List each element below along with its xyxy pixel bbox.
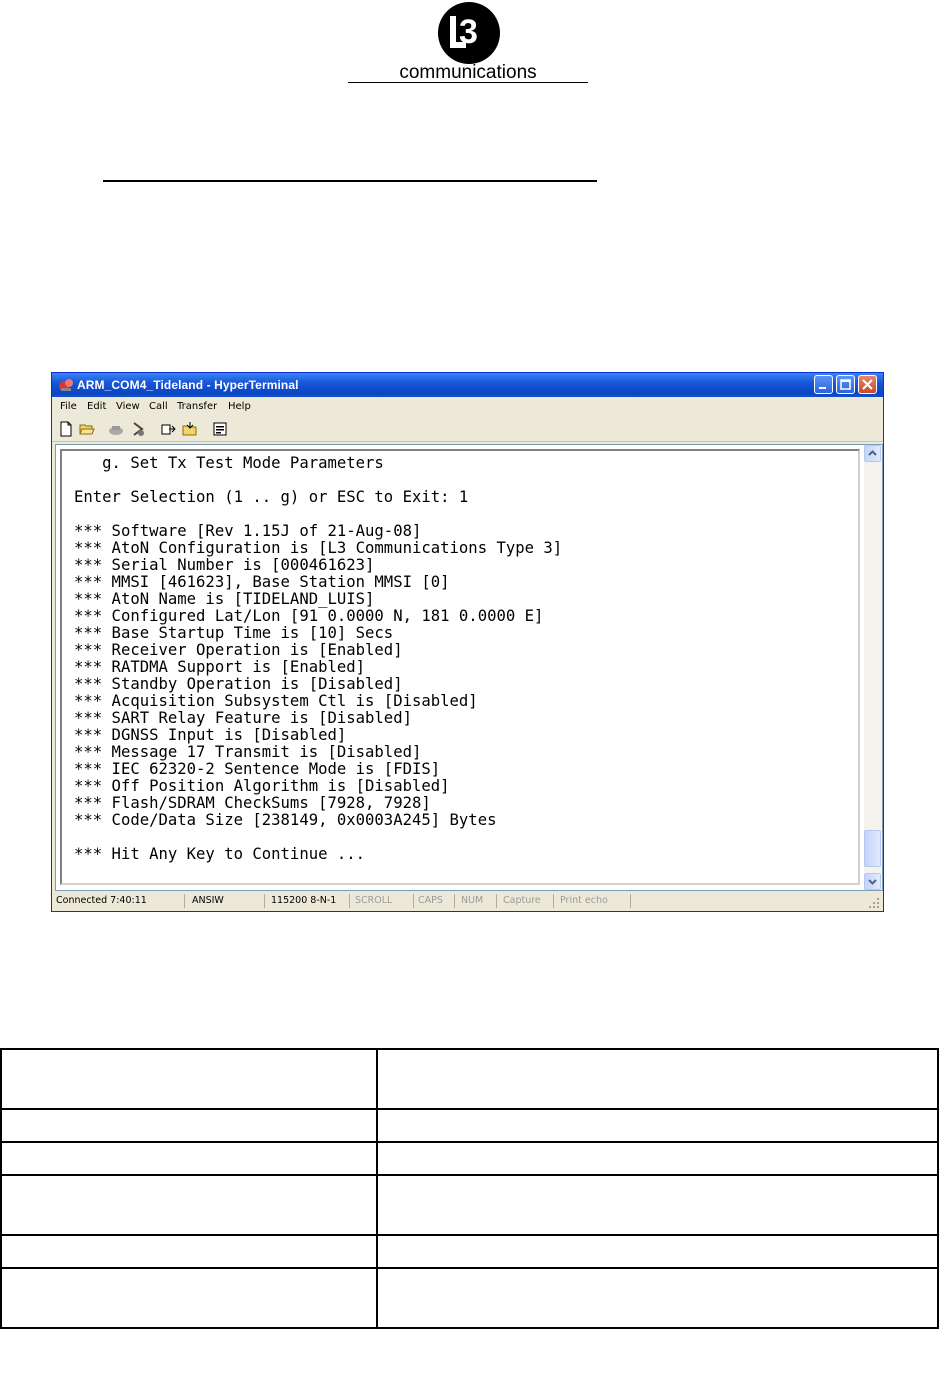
table-cell bbox=[376, 1048, 939, 1110]
table-row bbox=[0, 1234, 939, 1269]
table-cell bbox=[376, 1174, 939, 1236]
menu-transfer[interactable]: Transfer bbox=[177, 401, 217, 412]
table-cell bbox=[0, 1267, 378, 1329]
status-port-settings: 115200 8-N-1 bbox=[267, 894, 350, 908]
status-bar: Connected 7:40:11 ANSIW 115200 8-N-1 SCR… bbox=[52, 891, 883, 911]
scroll-down-button[interactable] bbox=[864, 873, 881, 890]
svg-text:3: 3 bbox=[459, 13, 478, 51]
terminal-area[interactable]: g. Set Tx Test Mode Parameters Enter Sel… bbox=[55, 444, 883, 891]
l3-logo: 3 communications bbox=[348, 0, 588, 84]
status-emulation: ANSIW bbox=[188, 894, 265, 908]
menu-bar: File Edit View Call Transfer Help bbox=[52, 397, 883, 417]
status-connection: Connected 7:40:11 bbox=[52, 894, 185, 908]
l3-logo-mark: 3 bbox=[438, 2, 500, 64]
table-cell bbox=[0, 1234, 378, 1269]
menu-edit[interactable]: Edit bbox=[87, 401, 106, 412]
status-capture: Capture bbox=[499, 894, 554, 908]
table-cell bbox=[376, 1141, 939, 1176]
menu-view[interactable]: View bbox=[116, 401, 140, 412]
open-icon[interactable] bbox=[79, 421, 95, 437]
table-cell bbox=[0, 1048, 378, 1110]
status-caps: CAPS bbox=[414, 894, 455, 908]
window-title: ARM_COM4_Tideland - HyperTerminal bbox=[77, 378, 299, 392]
table-row bbox=[0, 1108, 939, 1143]
menu-call[interactable]: Call bbox=[149, 401, 168, 412]
connect-icon[interactable] bbox=[108, 421, 124, 437]
table-cell bbox=[376, 1108, 939, 1143]
table-cell bbox=[376, 1267, 939, 1329]
vertical-scrollbar[interactable] bbox=[864, 445, 882, 890]
status-num: NUM bbox=[457, 894, 497, 908]
logo-wordmark: communications bbox=[399, 62, 537, 83]
table-cell bbox=[0, 1108, 378, 1143]
title-bar[interactable]: ARM_COM4_Tideland - HyperTerminal bbox=[52, 373, 883, 397]
close-button[interactable] bbox=[858, 375, 877, 394]
terminal-output: g. Set Tx Test Mode Parameters Enter Sel… bbox=[74, 454, 563, 863]
chevron-up-icon bbox=[868, 450, 877, 456]
terminal-screen[interactable]: g. Set Tx Test Mode Parameters Enter Sel… bbox=[60, 449, 860, 885]
scroll-up-button[interactable] bbox=[864, 445, 881, 462]
table-cell bbox=[0, 1141, 378, 1176]
disconnect-icon[interactable] bbox=[130, 421, 146, 437]
new-icon[interactable] bbox=[58, 421, 74, 437]
menu-help[interactable]: Help bbox=[228, 401, 251, 412]
parameter-table bbox=[0, 1048, 939, 1329]
toolbar bbox=[52, 417, 883, 442]
table-row bbox=[0, 1267, 939, 1329]
receive-icon[interactable] bbox=[182, 421, 198, 437]
status-print-echo: Print echo bbox=[556, 894, 631, 908]
scroll-thumb[interactable] bbox=[864, 830, 881, 867]
logo-underline bbox=[348, 82, 588, 83]
status-scroll: SCROLL bbox=[351, 894, 414, 908]
chevron-down-icon bbox=[868, 879, 877, 885]
minimize-icon bbox=[819, 387, 826, 389]
maximize-icon bbox=[840, 379, 851, 390]
maximize-button[interactable] bbox=[836, 375, 855, 394]
table-row bbox=[0, 1141, 939, 1176]
hyperterminal-icon bbox=[59, 379, 73, 391]
properties-icon[interactable] bbox=[212, 421, 228, 437]
table-row bbox=[0, 1174, 939, 1236]
resize-grip-icon[interactable] bbox=[868, 897, 880, 909]
heading-underline bbox=[103, 180, 597, 182]
close-icon bbox=[862, 379, 873, 390]
hyperterminal-window: ARM_COM4_Tideland - HyperTerminal File E… bbox=[51, 372, 884, 912]
table-row bbox=[0, 1048, 939, 1110]
menu-file[interactable]: File bbox=[60, 401, 77, 412]
minimize-button[interactable] bbox=[814, 375, 833, 394]
send-icon[interactable] bbox=[160, 421, 176, 437]
table-cell bbox=[0, 1174, 378, 1236]
table-cell bbox=[376, 1234, 939, 1269]
